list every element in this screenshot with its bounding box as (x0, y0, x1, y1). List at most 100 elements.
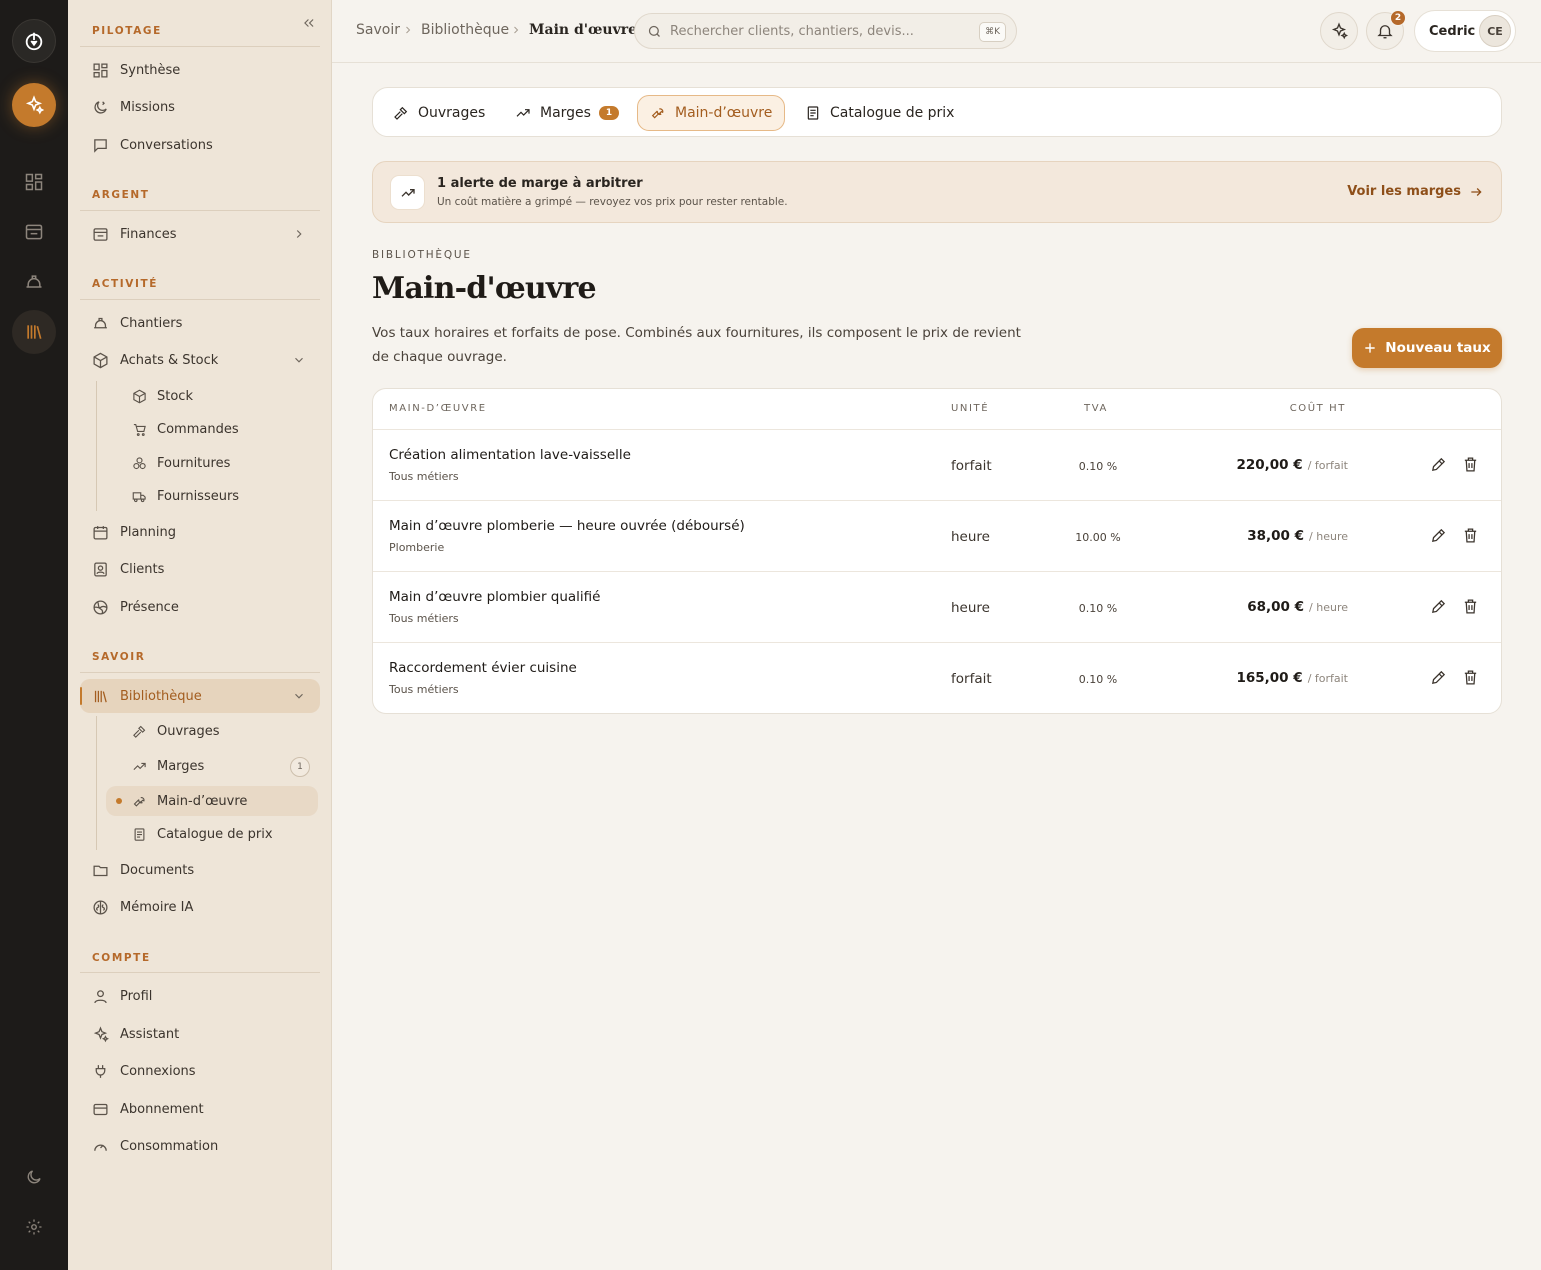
tab-catalogue[interactable]: Catalogue de prix (793, 95, 966, 131)
search-shortcut: ⌘K (979, 22, 1006, 42)
sparkle-icon (93, 1025, 109, 1042)
plug-icon (95, 1064, 106, 1078)
tab-ouvrages[interactable]: Ouvrages (381, 95, 497, 131)
row-cost-value: 68,00 € (1247, 599, 1305, 615)
sidebar-item-presence[interactable]: Présence (80, 590, 320, 624)
sidebar-item-synthese[interactable]: Synthèse (80, 53, 320, 87)
edit-pencil-icon[interactable] (1430, 456, 1447, 473)
dashboard-icon[interactable] (12, 160, 56, 204)
sidebar-item-bibliotheque[interactable]: Bibliothèque (80, 679, 320, 713)
search-input[interactable] (670, 23, 970, 39)
sidebar-subitem-main-oeuvre[interactable]: Main-d’œuvre (106, 786, 318, 816)
row-category: Plomberie (389, 541, 445, 554)
sidebar-item-documents[interactable]: Documents (80, 853, 320, 887)
row-tva: 0.10 % (1078, 673, 1118, 686)
hardhat-icon[interactable] (12, 260, 56, 304)
chat-icon (94, 138, 107, 153)
gauge-icon (94, 1144, 107, 1151)
sidebar-item-finances[interactable]: Finances (80, 217, 320, 251)
search-icon (648, 25, 660, 37)
ai-sparkle-icon[interactable] (12, 83, 56, 127)
user-menu[interactable]: Cedric CE (1414, 10, 1516, 52)
document-list-icon (807, 106, 819, 120)
app-logo-icon[interactable] (12, 19, 56, 63)
sparkle-icon (1331, 22, 1348, 40)
edit-pencil-icon[interactable] (1430, 669, 1447, 686)
sidebar-item-label: Marges (157, 758, 205, 774)
chevron-down-icon[interactable] (292, 353, 306, 367)
notifications-button[interactable]: 2 (1366, 10, 1406, 50)
sidebar-subitem-catalogue[interactable]: Catalogue de prix (120, 819, 320, 849)
sidebar-item-profil[interactable]: Profil (80, 979, 320, 1013)
table-row[interactable]: Main d’œuvre plombier qualifié Tous méti… (373, 571, 1501, 642)
table-row[interactable]: Création alimentation lave-vaisselle Tou… (373, 429, 1501, 500)
breadcrumb-savoir[interactable]: Savoir (356, 22, 400, 38)
table-row[interactable]: Raccordement évier cuisine Tous métiers … (373, 642, 1501, 713)
row-cost-value: 38,00 € (1247, 528, 1305, 544)
globe-icon (93, 599, 108, 615)
tree-line (96, 716, 97, 850)
sidebar-item-connexions[interactable]: Connexions (80, 1054, 320, 1088)
table-row[interactable]: Main d’œuvre plomberie — heure ouvrée (d… (373, 500, 1501, 571)
sidebar-subitem-ouvrages[interactable]: Ouvrages (120, 716, 320, 746)
wallet-icon (93, 227, 108, 241)
wallet-icon[interactable] (12, 210, 56, 254)
sidebar-subitem-fournitures[interactable]: Fournitures (120, 448, 320, 478)
sidebar-item-clients[interactable]: Clients (80, 552, 320, 586)
ai-assistant-button[interactable] (1320, 12, 1358, 50)
tab-label: Marges (540, 105, 591, 121)
sidebar-subitem-stock[interactable]: Stock (120, 381, 320, 411)
section-title-activite: ACTIVITÉ (92, 278, 159, 290)
delete-trash-icon[interactable] (1462, 598, 1479, 615)
row-tva: 0.10 % (1078, 460, 1118, 473)
sidebar-item-abonnement[interactable]: Abonnement (80, 1092, 320, 1126)
collapse-sidebar-icon[interactable] (302, 16, 316, 30)
sidebar-item-conversations[interactable]: Conversations (80, 128, 320, 162)
dark-mode-icon[interactable] (12, 1155, 56, 1199)
new-rate-button[interactable]: Nouveau taux (1352, 328, 1502, 368)
sidebar-item-chantiers[interactable]: Chantiers (80, 306, 320, 340)
sidebar-item-label: Stock (157, 388, 193, 404)
sidebar-subitem-commandes[interactable]: Commandes (120, 414, 320, 444)
row-unit: heure (951, 600, 990, 616)
page-eyebrow: BIBLIOTHÈQUE (372, 249, 472, 261)
sidebar-item-label: Clients (120, 561, 165, 577)
wrench-icon (133, 796, 145, 807)
row-category: Tous métiers (389, 683, 459, 696)
tab-marges[interactable]: Marges 1 (503, 95, 631, 131)
trend-up-icon (390, 175, 425, 210)
chevron-right-icon[interactable] (292, 227, 306, 241)
chevron-down-icon[interactable] (292, 689, 306, 703)
sidebar-item-label: Bibliothèque (120, 688, 202, 704)
credit-card-icon (93, 1103, 108, 1115)
delete-trash-icon[interactable] (1462, 527, 1479, 544)
sidebar-item-assistant[interactable]: Assistant (80, 1017, 320, 1051)
view-margins-link[interactable]: Voir les marges (1347, 184, 1483, 199)
delete-trash-icon[interactable] (1462, 456, 1479, 473)
sidebar-subitem-fournisseurs[interactable]: Fournisseurs (120, 481, 320, 511)
breadcrumb-bibliotheque[interactable]: Bibliothèque (421, 22, 509, 38)
sidebar-item-memoire-ia[interactable]: Mémoire IA (80, 890, 320, 924)
tab-label: Ouvrages (418, 105, 486, 121)
labor-rates-table: MAIN-D’ŒUVRE UNITÉ TVA COÛT HT Création … (372, 388, 1502, 714)
library-icon (94, 690, 107, 702)
sidebar-item-missions[interactable]: Missions (80, 90, 320, 124)
active-dot (116, 798, 122, 804)
hammer-icon (394, 106, 408, 120)
row-category: Tous métiers (389, 612, 459, 625)
row-category: Tous métiers (389, 470, 459, 483)
sidebar-subitem-marges[interactable]: Marges 1 (120, 751, 320, 781)
settings-gear-icon[interactable] (12, 1205, 56, 1249)
delete-trash-icon[interactable] (1462, 669, 1479, 686)
divider (80, 299, 320, 300)
edit-pencil-icon[interactable] (1430, 527, 1447, 544)
edit-pencil-icon[interactable] (1430, 598, 1447, 615)
sidebar-item-consommation[interactable]: Consommation (80, 1129, 320, 1163)
sidebar-item-achats-stock[interactable]: Achats & Stock (80, 343, 320, 377)
user-icon (94, 989, 107, 1003)
section-title-savoir: SAVOIR (92, 651, 146, 663)
library-icon[interactable] (12, 310, 56, 354)
divider (80, 972, 320, 973)
sidebar-item-planning[interactable]: Planning (80, 515, 320, 549)
tab-main-oeuvre[interactable]: Main-d’œuvre (637, 95, 786, 131)
